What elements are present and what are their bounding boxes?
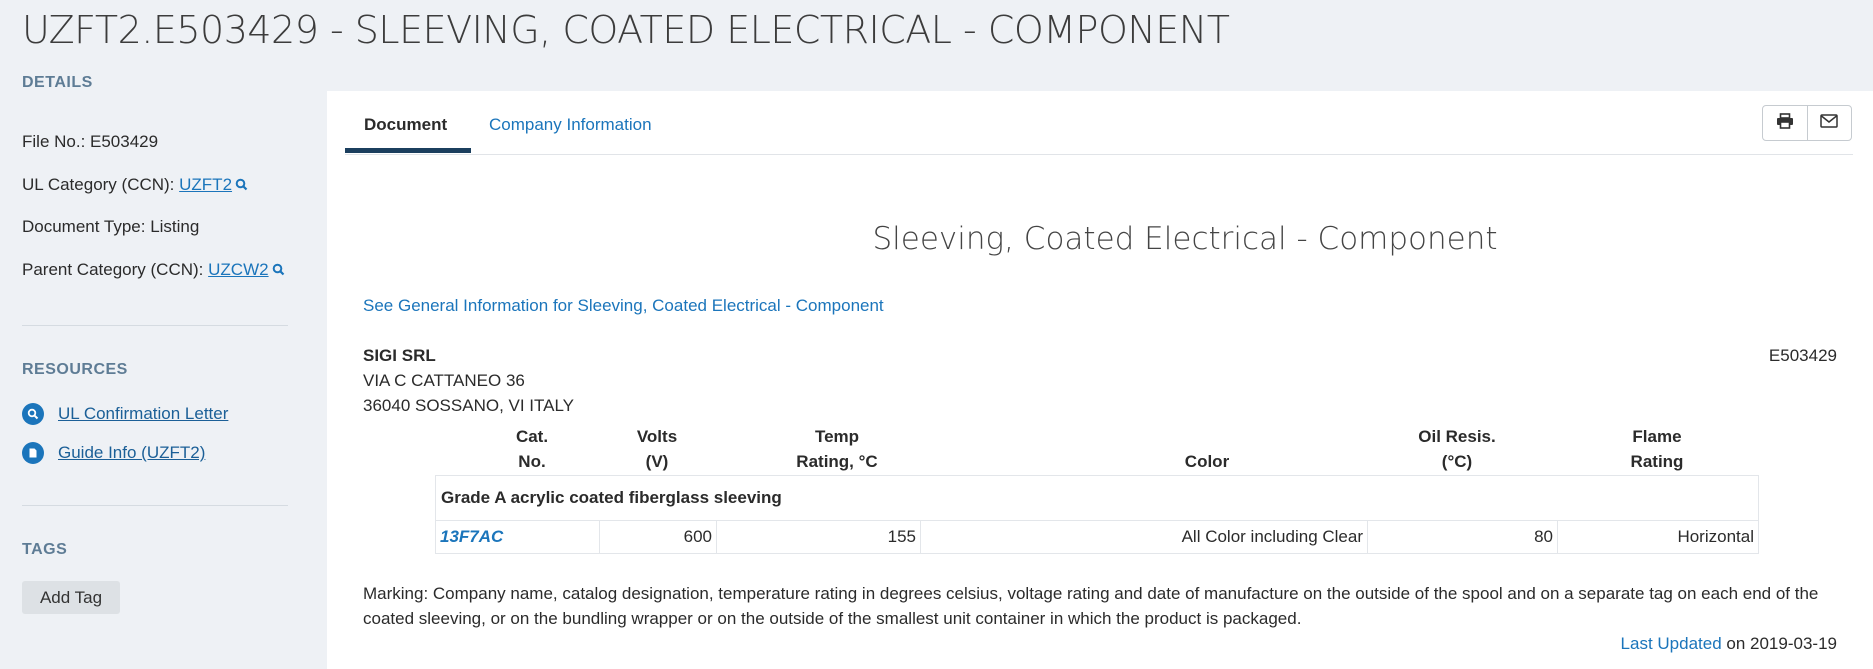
details-heading: DETAILS <box>22 74 93 91</box>
file-number: File No.: E503429 <box>22 132 159 151</box>
tags-heading: TAGS <box>22 541 68 558</box>
toolbar <box>1762 105 1852 141</box>
last-updated-label[interactable]: Last Updated <box>1621 634 1722 653</box>
ul-category-label: UL Category (CCN): <box>22 175 180 194</box>
column-header-temp: Temp Rating, °C <box>796 427 878 471</box>
temp-cell: 155 <box>716 520 921 554</box>
print-icon <box>1776 112 1794 134</box>
table-group-row: Grade A acrylic coated fiberglass sleevi… <box>435 475 1759 521</box>
column-header-cat-no: Cat. No. <box>515 427 549 471</box>
color-cell: All Color including Clear <box>920 520 1368 554</box>
parent-category-label: Parent Category (CCN): <box>22 260 209 279</box>
parent-category-link[interactable]: UZCW2 <box>208 260 268 279</box>
last-updated-value: on 2019-03-19 <box>1721 634 1837 653</box>
flame-rating-cell: Horizontal <box>1557 520 1759 554</box>
product-table: Grade A acrylic coated fiberglass sleevi… <box>435 475 1759 554</box>
guide-info-link[interactable]: Guide Info (UZFT2) <box>22 442 205 464</box>
tab-document[interactable]: Document <box>364 115 447 135</box>
group-label: Grade A acrylic coated fiberglass sleevi… <box>435 475 1759 521</box>
active-tab-indicator <box>345 148 471 153</box>
ul-confirmation-letter-link[interactable]: UL Confirmation Letter <box>22 403 228 425</box>
resources-heading: RESOURCES <box>22 361 128 378</box>
add-tag-button[interactable]: Add Tag <box>22 581 120 614</box>
email-button[interactable] <box>1806 106 1852 140</box>
parent-category: Parent Category (CCN): UZCW2 <box>22 260 285 281</box>
marking-text: Marking: Company name, catalog designati… <box>363 584 1819 628</box>
resource-label[interactable]: UL Confirmation Letter <box>58 404 228 424</box>
column-header-volts: Volts (V) <box>636 427 678 471</box>
cat-no-link[interactable]: 13F7AC <box>440 527 503 546</box>
volts-cell: 600 <box>599 520 717 554</box>
document-heading: Sleeving, Coated Electrical - Component <box>872 221 1498 257</box>
resource-label[interactable]: Guide Info (UZFT2) <box>58 443 205 463</box>
table-row: 13F7AC 600 155 All Color including Clear… <box>435 520 1759 554</box>
company-address-line: VIA C CATTANEO 36 <box>363 371 525 390</box>
document-type: Document Type: Listing <box>22 217 200 236</box>
company-address-line: 36040 SOSSANO, VI ITALY <box>363 396 575 415</box>
tab-divider <box>345 154 1853 155</box>
column-header-oil-resistance: Oil Resis. (°C) <box>1418 427 1496 471</box>
ul-category-link[interactable]: UZFT2 <box>179 175 232 194</box>
general-info-link[interactable]: See General Information for Sleeving, Co… <box>363 296 884 316</box>
oil-resistance-cell: 80 <box>1367 520 1558 554</box>
search-icon[interactable] <box>235 176 248 196</box>
search-icon[interactable] <box>272 261 285 281</box>
sidebar-divider <box>22 505 288 506</box>
page-title: UZFT2.E503429 - SLEEVING, COATED ELECTRI… <box>22 8 1230 52</box>
sidebar-divider <box>22 325 288 326</box>
column-header-flame-rating: Flame Rating <box>1630 427 1684 471</box>
document-icon <box>22 442 44 464</box>
cat-no-cell[interactable]: 13F7AC <box>435 520 600 554</box>
search-icon <box>22 403 44 425</box>
print-button[interactable] <box>1763 106 1807 140</box>
email-icon <box>1820 113 1838 133</box>
company-name: SIGI SRL <box>363 346 436 365</box>
main-panel: Document Company Information Sleeving, C… <box>327 91 1873 669</box>
tab-company-information[interactable]: Company Information <box>489 115 652 135</box>
ul-category: UL Category (CCN): UZFT2 <box>22 175 248 196</box>
column-header-color: Color <box>1184 452 1230 471</box>
last-updated: Last Updated on 2019-03-19 <box>1621 634 1837 654</box>
company-file-number: E503429 <box>1768 346 1837 365</box>
